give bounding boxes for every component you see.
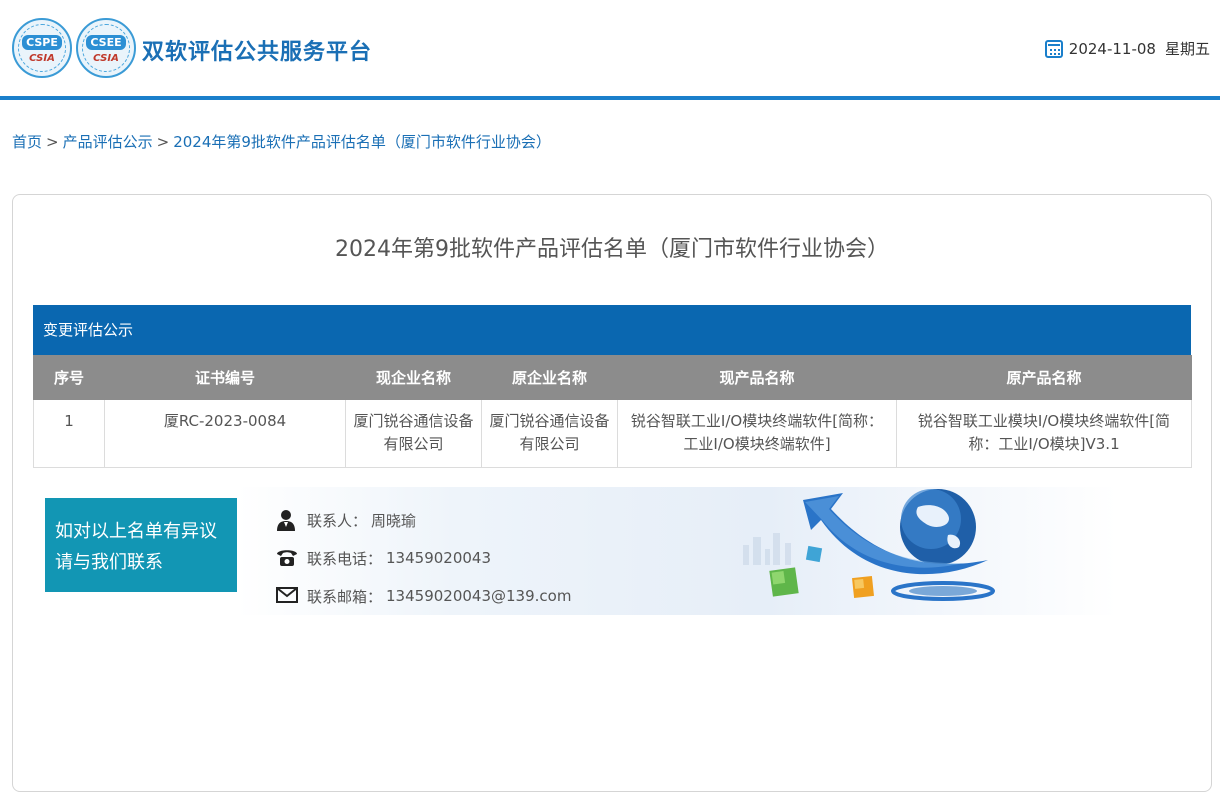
content-card: 2024年第9批软件产品评估名单（厦门市软件行业协会） 变更评估公示 序号 证书… [12, 194, 1212, 792]
contact-person-row: 联系人： 周晓瑜 [275, 501, 571, 539]
cell-current-product: 锐谷智联工业I/O模块终端软件[简称：工业I/O模块终端软件] [617, 399, 897, 468]
breadcrumb-separator: > [156, 133, 170, 151]
column-header-current-product: 现产品名称 [617, 355, 897, 400]
breadcrumb: 首页 > 产品评估公示 >2024年第9批软件产品评估名单（厦门市软件行业协会） [12, 131, 551, 152]
objection-prompt-line2: 请与我们联系 [55, 552, 163, 573]
cell-original-company: 厦门锐谷通信设备有限公司 [481, 399, 618, 468]
site-header: CSPE CSIA CSEE CSIA 双软评估公共服务平台 2024-11-0… [0, 0, 1220, 96]
site-title[interactable]: 双软评估公共服务平台 [142, 34, 372, 66]
cell-index: 1 [33, 399, 105, 468]
csee-logo[interactable]: CSEE CSIA [76, 18, 136, 78]
breadcrumb-separator: > [46, 133, 59, 151]
page-title: 2024年第9批软件产品评估名单（厦门市软件行业协会） [335, 237, 889, 262]
telephone-icon [275, 546, 299, 570]
column-header-current-company: 现企业名称 [345, 355, 482, 400]
section-header-change-evaluation: 变更评估公示 [33, 305, 1191, 355]
logo-mark: CSIA [93, 53, 119, 64]
breadcrumb-section-link[interactable]: 产品评估公示 [63, 133, 153, 151]
globe-arrow-illustration [733, 485, 1023, 620]
contact-person-label: 联系人： [307, 511, 368, 530]
contact-details: 联系人： 周晓瑜 联系电话： 13459020043 联系邮箱： 1345902… [275, 501, 571, 615]
column-header-original-company: 原企业名称 [481, 355, 618, 400]
contact-email-address[interactable]: 13459020043@139.com [386, 587, 571, 605]
contact-phone-number[interactable]: 13459020043 [386, 549, 491, 567]
column-header-index: 序号 [33, 355, 105, 400]
contact-phone-label: 联系电话： [307, 549, 383, 568]
header-divider [0, 96, 1220, 100]
evaluation-table: 序号 证书编号 现企业名称 原企业名称 现产品名称 原产品名称 1 厦RC-20… [33, 355, 1192, 468]
table-header-row: 序号 证书编号 现企业名称 原企业名称 现产品名称 原产品名称 [33, 355, 1192, 400]
envelope-icon [275, 584, 299, 608]
column-header-certificate-no: 证书编号 [104, 355, 346, 400]
contact-email-label: 联系邮箱： [307, 587, 383, 606]
cell-certificate-no: 厦RC-2023-0084 [104, 399, 346, 468]
current-date: 2024-11-08 [1068, 39, 1156, 58]
cell-original-product: 锐谷智联工业模块I/O模块终端软件[简称：工业I/O模块]V3.1 [896, 399, 1192, 468]
logo-mark: CSIA [29, 53, 55, 64]
cspe-logo[interactable]: CSPE CSIA [12, 18, 72, 78]
calendar-icon [1044, 39, 1063, 58]
contact-person-name: 周晓瑜 [371, 511, 417, 530]
person-icon [275, 508, 299, 532]
contact-phone-row: 联系电话： 13459020043 [275, 539, 571, 577]
cell-current-company: 厦门锐谷通信设备有限公司 [345, 399, 482, 468]
breadcrumb-current-link[interactable]: 2024年第9批软件产品评估名单（厦门市软件行业协会） [173, 133, 551, 151]
table-row: 1 厦RC-2023-0084 厦门锐谷通信设备有限公司 厦门锐谷通信设备有限公… [33, 399, 1192, 468]
column-header-original-product: 原产品名称 [896, 355, 1192, 400]
current-weekday: 星期五 [1164, 40, 1210, 58]
logo-code: CSPE [22, 35, 62, 50]
objection-contact-box: 如对以上名单有异议 请与我们联系 [45, 498, 237, 592]
date-display: 2024-11-08 星期五 [1044, 38, 1210, 59]
breadcrumb-home-link[interactable]: 首页 [12, 133, 42, 151]
objection-prompt-line1: 如对以上名单有异议 [55, 521, 217, 542]
logo-code: CSEE [86, 35, 126, 50]
contact-email-row: 联系邮箱： 13459020043@139.com [275, 577, 571, 615]
